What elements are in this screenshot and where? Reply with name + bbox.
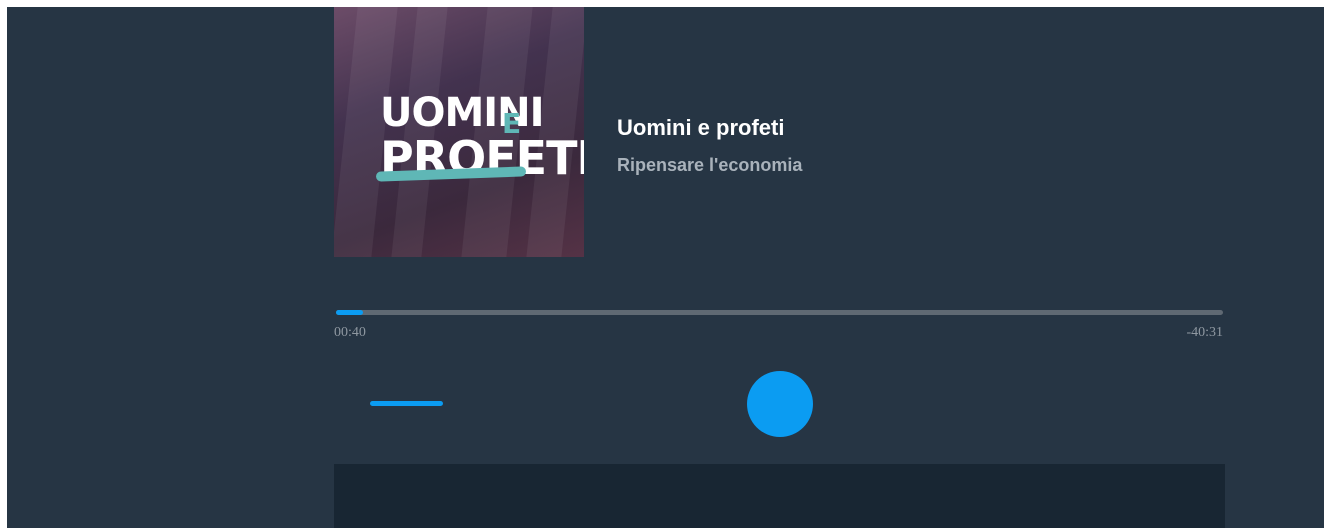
elapsed-time: 00:40 [334, 325, 366, 340]
cover-word-uomini: UOMINI [380, 90, 545, 136]
episode-title: Uomini e profeti [617, 115, 785, 140]
cover-letter-e: E [502, 107, 522, 140]
playback-indicator [370, 401, 443, 406]
episode-meta: Uomini e profeti Ripensare l'economia [617, 115, 802, 176]
remaining-time: -40:31 [1186, 325, 1223, 340]
progress-fill [336, 310, 363, 315]
player-frame: UOMINI PROFETI E Uomini e profeti Ripens… [7, 7, 1324, 528]
bottom-panel [334, 464, 1225, 528]
episode-subtitle: Ripensare l'economia [617, 155, 803, 175]
podcast-cover-image: UOMINI PROFETI E [334, 7, 584, 257]
play-button[interactable] [747, 371, 813, 437]
progress-bar[interactable] [336, 310, 1223, 315]
